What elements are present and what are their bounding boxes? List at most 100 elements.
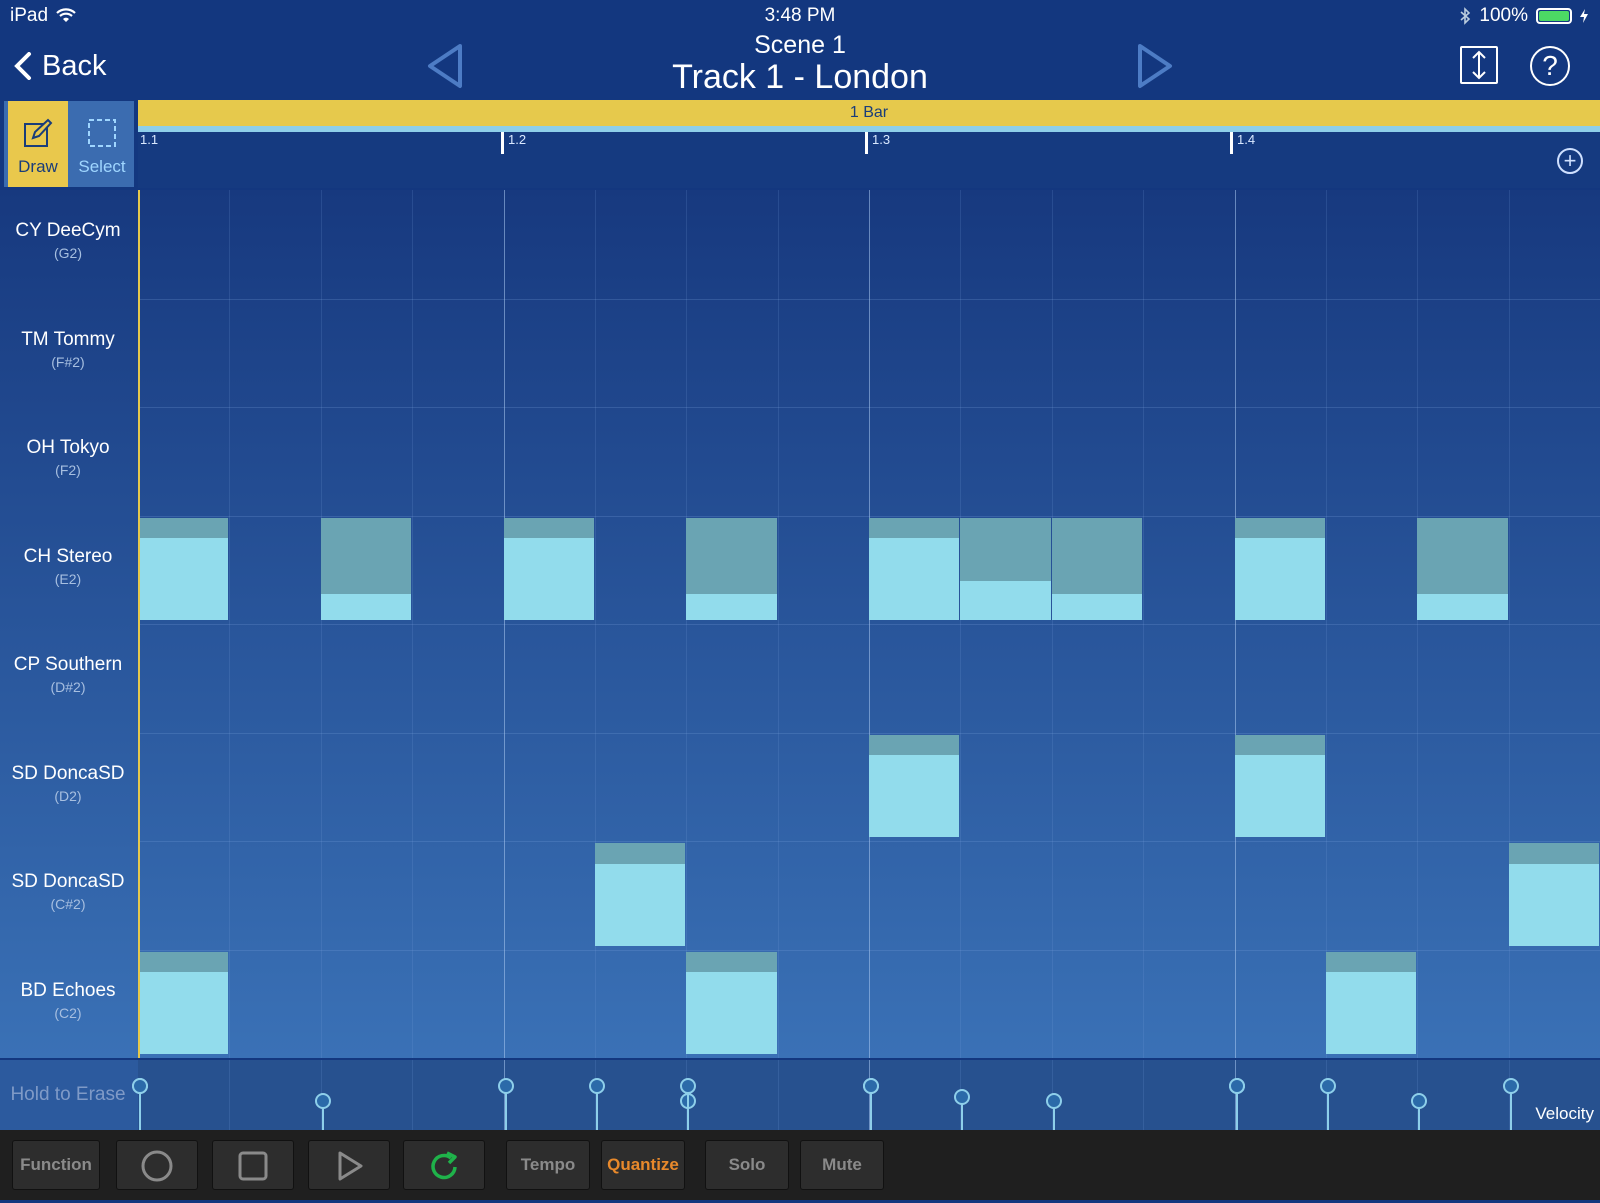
- tempo-button[interactable]: Tempo: [506, 1140, 590, 1190]
- loop-button[interactable]: [403, 1140, 485, 1190]
- note-velocity-shade: [1417, 517, 1508, 595]
- lane-label[interactable]: SD DoncaSD (C#2): [0, 871, 136, 912]
- velocity-handle[interactable]: [1411, 1093, 1428, 1109]
- charging-icon: [1580, 9, 1588, 23]
- note-cell[interactable]: [138, 517, 229, 620]
- lane-label[interactable]: CH Stereo (E2): [0, 546, 136, 587]
- quantize-button[interactable]: Quantize: [601, 1140, 685, 1190]
- step-divider: [1234, 190, 1236, 1058]
- velocity-handle[interactable]: [314, 1093, 331, 1109]
- note-velocity-shade: [960, 517, 1051, 582]
- instrument-name: SD DoncaSD: [11, 762, 125, 784]
- note-key: (G2): [54, 245, 82, 261]
- note-cell[interactable]: [960, 517, 1051, 620]
- step-divider: [1417, 190, 1419, 1058]
- note-key: (D2): [54, 787, 82, 804]
- note-key: (C#2): [50, 896, 86, 912]
- step-divider: [229, 1060, 231, 1130]
- note-cell[interactable]: [869, 517, 960, 620]
- help-button[interactable]: ?: [1530, 46, 1570, 86]
- note-key: (F2): [55, 462, 81, 478]
- instrument-name: OH Tokyo: [26, 437, 110, 458]
- select-tool-button[interactable]: Select: [72, 101, 132, 187]
- velocity-handle[interactable]: [588, 1077, 605, 1094]
- plus-circle-icon: +: [1563, 148, 1577, 173]
- step-divider: [1143, 190, 1145, 1058]
- bluetooth-icon: [1460, 7, 1471, 25]
- triangle-right-icon[interactable]: [1136, 42, 1174, 90]
- clock: 3:48 PM: [764, 5, 836, 26]
- lane-label[interactable]: BD Echoes (C2): [0, 980, 136, 1021]
- velocity-handle[interactable]: [1319, 1077, 1336, 1094]
- draw-tool-button[interactable]: Draw: [8, 101, 68, 187]
- note-cell[interactable]: [1325, 951, 1417, 1054]
- stop-button[interactable]: [212, 1140, 294, 1190]
- step-divider: [503, 190, 505, 1058]
- note-velocity-shade: [138, 951, 229, 972]
- lane-label[interactable]: CP Southern (D#2): [0, 654, 136, 695]
- lane-label[interactable]: TM Tommy (F#2): [0, 329, 136, 370]
- beat-ruler[interactable]: 1.1 1.2 1.3 1.4: [138, 132, 1600, 188]
- status-bar: iPad 3:48 PM 100%: [0, 0, 1600, 32]
- pencil-square-icon: [24, 118, 53, 147]
- playhead: [138, 190, 140, 1058]
- step-grid[interactable]: [138, 190, 1600, 1058]
- note-key: (D#2): [50, 679, 86, 695]
- solo-button[interactable]: Solo: [705, 1140, 789, 1190]
- beat-marker: 1.3: [865, 132, 890, 154]
- lane-label[interactable]: SD DoncaSD (D2): [0, 763, 136, 804]
- note-key: (F#2): [51, 353, 85, 370]
- note-cell[interactable]: [1234, 517, 1325, 620]
- velocity-handle[interactable]: [497, 1077, 514, 1094]
- note-velocity-shade: [686, 517, 777, 595]
- velocity-handle[interactable]: [680, 1077, 697, 1094]
- note-cell[interactable]: [320, 517, 412, 620]
- note-cell[interactable]: [686, 951, 777, 1054]
- note-cell[interactable]: [1417, 517, 1508, 620]
- note-cell[interactable]: [1508, 843, 1599, 946]
- note-velocity-shade: [869, 734, 960, 755]
- step-divider: [412, 1060, 414, 1130]
- add-button[interactable]: +: [1557, 148, 1583, 174]
- note-cell[interactable]: [503, 517, 594, 620]
- drum-grid-area: CY DeeCym (G2) TM Tommy (F#2) OH Tokyo (F2) CH…: [0, 190, 1600, 1058]
- edit-tool-selector: Draw Select: [4, 101, 134, 187]
- velocity-handle[interactable]: [863, 1077, 879, 1094]
- expand-vertical-icon: [1472, 50, 1486, 80]
- battery-percent: 100%: [1479, 5, 1528, 26]
- select-tool-label: Select: [78, 157, 126, 176]
- note-key: (C2): [54, 1004, 82, 1021]
- step-divider: [1325, 190, 1327, 1058]
- velocity-handle[interactable]: [954, 1089, 971, 1106]
- play-button[interactable]: [308, 1140, 390, 1190]
- note-cell[interactable]: [1051, 517, 1143, 620]
- record-button[interactable]: [116, 1140, 198, 1190]
- note-cell[interactable]: [1234, 734, 1325, 837]
- note-cell[interactable]: [138, 951, 229, 1054]
- note-velocity-shade: [594, 843, 686, 864]
- expand-vertical-button[interactable]: [1460, 46, 1498, 84]
- velocity-handle[interactable]: [1228, 1077, 1245, 1094]
- loop-icon: [431, 1151, 457, 1180]
- lane-label[interactable]: OH Tokyo (F2): [0, 437, 136, 478]
- note-velocity-shade: [869, 517, 960, 538]
- velocity-handle[interactable]: [1502, 1077, 1519, 1094]
- beat-marker: 1.2: [501, 132, 526, 154]
- velocity-handle[interactable]: [1045, 1093, 1062, 1109]
- velocity-handle[interactable]: [132, 1077, 148, 1094]
- note-velocity-shade: [320, 517, 412, 595]
- note-cell[interactable]: [869, 734, 960, 837]
- note-cell[interactable]: [686, 517, 777, 620]
- question-icon: ?: [1542, 50, 1558, 81]
- lane-label[interactable]: CY DeeCym (G2): [0, 220, 136, 261]
- mute-button[interactable]: Mute: [800, 1140, 884, 1190]
- note-cell[interactable]: [594, 843, 686, 946]
- loop-length-bar[interactable]: 1 Bar: [138, 100, 1600, 126]
- function-button[interactable]: Function: [12, 1140, 100, 1190]
- track-title: Track 1 - London: [672, 58, 928, 96]
- square-icon: [238, 1151, 268, 1181]
- note-velocity-shade: [138, 517, 229, 538]
- velocity-grid[interactable]: [132, 1060, 1600, 1130]
- hold-to-erase-hint[interactable]: Hold to Erase: [0, 1060, 136, 1130]
- note-key: (E2): [54, 570, 82, 587]
